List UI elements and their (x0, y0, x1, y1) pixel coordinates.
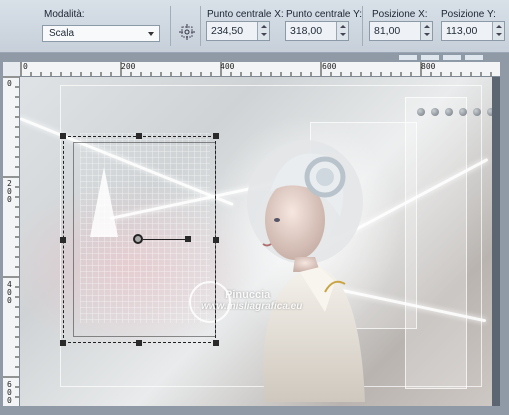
spin-arrows-icon[interactable] (257, 22, 269, 40)
resize-handle-top[interactable] (136, 133, 142, 139)
window-tab[interactable] (398, 54, 418, 61)
crosshair-target-icon[interactable] (179, 24, 195, 40)
position-x-label: Posizione X: (372, 9, 428, 20)
center-x-field[interactable]: 234,50 (206, 21, 270, 41)
toolbar-separator (362, 6, 363, 46)
position-y-value: 113,00 (446, 25, 478, 37)
position-y-label: Posizione Y: (441, 9, 496, 20)
rotation-arm (143, 239, 187, 240)
window-tab[interactable] (464, 54, 484, 61)
decor-bead (473, 108, 481, 116)
resize-handle-top-right[interactable] (213, 133, 219, 139)
ruler-tick-label: 0 (7, 79, 12, 88)
ruler-tick-label: 400 (220, 62, 235, 71)
tool-options-bar: Modalità: Scala Punto centrale X: 234,50… (0, 0, 509, 53)
pivot-point-icon[interactable] (133, 234, 143, 244)
spin-arrows-icon[interactable] (336, 22, 348, 40)
chevron-down-icon (148, 32, 154, 36)
ruler-tick-label: 0 (23, 62, 28, 71)
woman-portrait (247, 140, 365, 402)
decor-bead (459, 108, 467, 116)
center-y-value: 318,00 (290, 25, 323, 37)
window-tab[interactable] (442, 54, 462, 61)
rotation-handle[interactable] (185, 236, 191, 242)
ruler-tick-label: 600 (322, 62, 337, 71)
center-x-value: 234,50 (211, 25, 244, 37)
center-x-label: Punto centrale X: (207, 9, 284, 20)
horizontal-ruler: 0 200 400 600 800 (20, 62, 500, 77)
vertical-ruler: 0 200 400 600 (3, 76, 20, 406)
ruler-corner (3, 62, 21, 77)
watermark-name: Pinuccia (225, 289, 271, 301)
mode-dropdown[interactable]: Scala (42, 25, 160, 42)
resize-handle-left[interactable] (60, 237, 66, 243)
center-y-label: Punto centrale Y: (286, 9, 362, 20)
window-tab[interactable] (420, 54, 440, 61)
resize-handle-bottom-right[interactable] (213, 340, 219, 346)
canvas-edge (492, 77, 500, 406)
center-y-field[interactable]: 318,00 (285, 21, 349, 41)
position-x-field[interactable]: 81,00 (369, 21, 433, 41)
spin-arrows-icon[interactable] (492, 22, 504, 40)
decor-bead (417, 108, 425, 116)
toolbar-separator (170, 6, 171, 46)
resize-handle-bottom[interactable] (136, 340, 142, 346)
position-x-value: 81,00 (374, 25, 401, 37)
resize-handle-right[interactable] (213, 237, 219, 243)
resize-handle-top-left[interactable] (60, 133, 66, 139)
ruler-tick-label: 600 (7, 380, 12, 405)
ruler-tick-label: 200 (121, 62, 136, 71)
mode-dropdown-value: Scala (49, 28, 75, 39)
resize-handle-bottom-left[interactable] (60, 340, 66, 346)
mode-label: Modalità: (44, 9, 85, 20)
decor-bead (445, 108, 453, 116)
position-y-field[interactable]: 113,00 (441, 21, 505, 41)
spin-arrows-icon[interactable] (420, 22, 432, 40)
ruler-tick-label: 200 (7, 179, 12, 204)
decor-bead (431, 108, 439, 116)
ruler-tick-label: 800 (421, 62, 436, 71)
ruler-tick-label: 400 (7, 280, 12, 305)
toolbar-separator (200, 6, 201, 46)
